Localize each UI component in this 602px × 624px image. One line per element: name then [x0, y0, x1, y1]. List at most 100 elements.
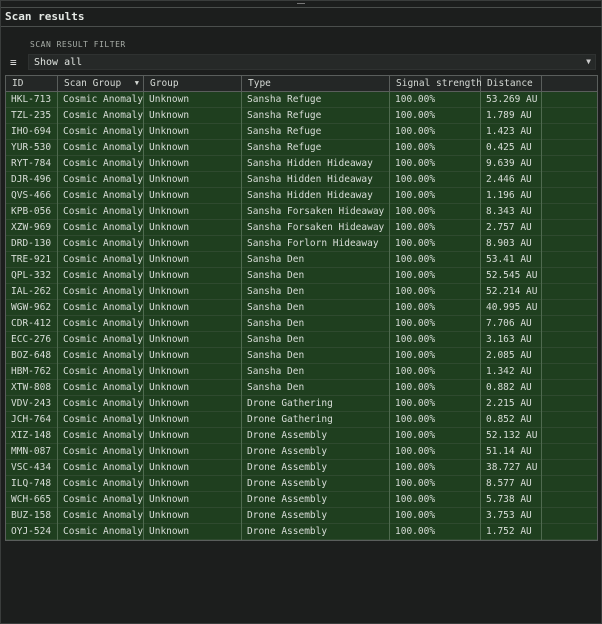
table-row[interactable]: WGW-962 Cosmic Anomaly Unknown Sansha Den 10…	[6, 300, 597, 316]
cell-signal-strength: 100.00%	[390, 364, 481, 380]
table-row[interactable]: XTW-808 Cosmic Anomaly Unknown Sansha Den 10…	[6, 380, 597, 396]
cell-type: Sansha Refuge	[242, 124, 390, 140]
cell-type: Drone Assembly	[242, 476, 390, 492]
cell-scan-group: Cosmic Anomaly	[58, 108, 144, 124]
cell-id: MMN-087	[6, 444, 58, 460]
cell-type: Drone Assembly	[242, 460, 390, 476]
table-row[interactable]: HKL-713 Cosmic Anomaly Unknown Sansha Refug…	[6, 92, 597, 108]
column-header-group[interactable]: Group	[144, 76, 242, 91]
cell-group: Unknown	[144, 156, 242, 172]
cell-id: XTW-808	[6, 380, 58, 396]
table-row[interactable]: BUZ-158 Cosmic Anomaly Unknown Drone Assemb…	[6, 508, 597, 524]
table-row[interactable]: HBM-762 Cosmic Anomaly Unknown Sansha Den 10…	[6, 364, 597, 380]
cell-scan-group: Cosmic Anomaly	[58, 460, 144, 476]
cell-scan-group: Cosmic Anomaly	[58, 380, 144, 396]
cell-type: Drone Assembly	[242, 428, 390, 444]
cell-id: BOZ-648	[6, 348, 58, 364]
table-row[interactable]: TRE-921 Cosmic Anomaly Unknown Sansha Den 10…	[6, 252, 597, 268]
table-row[interactable]: QVS-466 Cosmic Anomaly Unknown Sansha Hidde…	[6, 188, 597, 204]
table-row[interactable]: VSC-434 Cosmic Anomaly Unknown Drone Assemb…	[6, 460, 597, 476]
cell-group: Unknown	[144, 348, 242, 364]
filter-dropdown[interactable]: Show all ▼	[28, 54, 596, 70]
cell-distance: 2.446 AU	[481, 172, 542, 188]
column-header-type[interactable]: Type	[242, 76, 390, 91]
table-row[interactable]: YUR-530 Cosmic Anomaly Unknown Sansha Refug…	[6, 140, 597, 156]
cell-type: Drone Gathering	[242, 396, 390, 412]
column-header-scan-group[interactable]: Scan Group ▼	[58, 76, 144, 91]
table-row[interactable]: JCH-764 Cosmic Anomaly Unknown Drone Gather…	[6, 412, 597, 428]
cell-distance: 40.995 AU	[481, 300, 542, 316]
cell-id: JCH-764	[6, 412, 58, 428]
table-row[interactable]: DJR-496 Cosmic Anomaly Unknown Sansha Hidde…	[6, 172, 597, 188]
cell-type: Sansha Refuge	[242, 108, 390, 124]
cell-scan-group: Cosmic Anomaly	[58, 524, 144, 540]
cell-group: Unknown	[144, 236, 242, 252]
cell-signal-strength: 100.00%	[390, 156, 481, 172]
cell-type: Sansha Den	[242, 332, 390, 348]
cell-type: Sansha Den	[242, 284, 390, 300]
cell-scan-group: Cosmic Anomaly	[58, 140, 144, 156]
cell-signal-strength: 100.00%	[390, 204, 481, 220]
cell-type: Sansha Den	[242, 316, 390, 332]
cell-distance: 0.882 AU	[481, 380, 542, 396]
chevron-down-icon: ▼	[586, 57, 591, 66]
table-row[interactable]: XZW-969 Cosmic Anomaly Unknown Sansha Forsa…	[6, 220, 597, 236]
table-row[interactable]: QPL-332 Cosmic Anomaly Unknown Sansha Den 10…	[6, 268, 597, 284]
table-row[interactable]: KPB-056 Cosmic Anomaly Unknown Sansha Forsa…	[6, 204, 597, 220]
cell-id: DRD-130	[6, 236, 58, 252]
cell-group: Unknown	[144, 172, 242, 188]
cell-group: Unknown	[144, 508, 242, 524]
cell-distance: 2.215 AU	[481, 396, 542, 412]
table-row[interactable]: CDR-412 Cosmic Anomaly Unknown Sansha Den 10…	[6, 316, 597, 332]
column-header-id[interactable]: ID	[6, 76, 58, 91]
table-row[interactable]: IAL-262 Cosmic Anomaly Unknown Sansha Den 10…	[6, 284, 597, 300]
cell-id: TZL-235	[6, 108, 58, 124]
column-header-distance[interactable]: Distance	[481, 76, 542, 91]
cell-distance: 1.196 AU	[481, 188, 542, 204]
sort-descending-icon: ▼	[134, 79, 139, 87]
cell-signal-strength: 100.00%	[390, 268, 481, 284]
resize-grip[interactable]	[297, 3, 305, 4]
cell-distance: 3.163 AU	[481, 332, 542, 348]
cell-signal-strength: 100.00%	[390, 412, 481, 428]
cell-scan-group: Cosmic Anomaly	[58, 124, 144, 140]
cell-group: Unknown	[144, 124, 242, 140]
cell-id: CDR-412	[6, 316, 58, 332]
cell-type: Sansha Den	[242, 300, 390, 316]
table-row[interactable]: RYT-784 Cosmic Anomaly Unknown Sansha Hidde…	[6, 156, 597, 172]
cell-group: Unknown	[144, 460, 242, 476]
cell-type: Drone Assembly	[242, 444, 390, 460]
table-row[interactable]: BOZ-648 Cosmic Anomaly Unknown Sansha Den 10…	[6, 348, 597, 364]
column-header-signal-strength[interactable]: Signal strength	[390, 76, 482, 91]
cell-signal-strength: 100.00%	[390, 284, 481, 300]
table-row[interactable]: DRD-130 Cosmic Anomaly Unknown Sansha Forlo…	[6, 236, 597, 252]
table-row[interactable]: WCH-665 Cosmic Anomaly Unknown Drone Assemb…	[6, 492, 597, 508]
cell-group: Unknown	[144, 524, 242, 540]
table-row[interactable]: TZL-235 Cosmic Anomaly Unknown Sansha Refug…	[6, 108, 597, 124]
table-row[interactable]: MMN-087 Cosmic Anomaly Unknown Drone Assemb…	[6, 444, 597, 460]
cell-signal-strength: 100.00%	[390, 188, 481, 204]
table-row[interactable]: IHO-694 Cosmic Anomaly Unknown Sansha Refug…	[6, 124, 597, 140]
cell-signal-strength: 100.00%	[390, 300, 481, 316]
table-row[interactable]: VDV-243 Cosmic Anomaly Unknown Drone Gather…	[6, 396, 597, 412]
cell-id: YUR-530	[6, 140, 58, 156]
cell-scan-group: Cosmic Anomaly	[58, 396, 144, 412]
cell-distance: 53.41 AU	[481, 252, 542, 268]
cell-scan-group: Cosmic Anomaly	[58, 220, 144, 236]
cell-id: ILQ-748	[6, 476, 58, 492]
hamburger-icon[interactable]: ≡	[10, 56, 17, 69]
cell-scan-group: Cosmic Anomaly	[58, 364, 144, 380]
cell-group: Unknown	[144, 140, 242, 156]
cell-scan-group: Cosmic Anomaly	[58, 428, 144, 444]
cell-scan-group: Cosmic Anomaly	[58, 412, 144, 428]
cell-signal-strength: 100.00%	[390, 332, 481, 348]
cell-type: Sansha Hidden Hideaway	[242, 188, 390, 204]
table-row[interactable]: ILQ-748 Cosmic Anomaly Unknown Drone Assemb…	[6, 476, 597, 492]
table-row[interactable]: OYJ-524 Cosmic Anomaly Unknown Drone Assemb…	[6, 524, 597, 540]
table-row[interactable]: XIZ-148 Cosmic Anomaly Unknown Drone Assemb…	[6, 428, 597, 444]
cell-group: Unknown	[144, 476, 242, 492]
cell-type: Sansha Forlorn Hideaway	[242, 236, 390, 252]
cell-group: Unknown	[144, 364, 242, 380]
table-row[interactable]: ECC-276 Cosmic Anomaly Unknown Sansha Den 10…	[6, 332, 597, 348]
window-top-border	[1, 7, 602, 8]
